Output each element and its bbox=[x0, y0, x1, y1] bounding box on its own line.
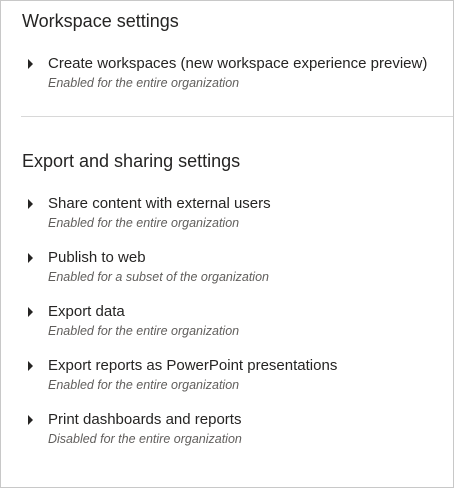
section-title: Workspace settings bbox=[22, 11, 179, 31]
chevron-right-icon[interactable] bbox=[28, 59, 33, 69]
setting-status: Enabled for the entire organization bbox=[48, 378, 240, 392]
setting-print-dashboards[interactable]: Print dashboards and reports Disabled fo… bbox=[22, 411, 453, 447]
chevron-right-icon[interactable] bbox=[28, 253, 33, 263]
section-title: Export and sharing settings bbox=[22, 151, 241, 171]
section-divider bbox=[21, 116, 453, 117]
chevron-right-icon[interactable] bbox=[28, 415, 33, 425]
setting-status: Enabled for the entire organization bbox=[48, 76, 240, 90]
setting-title: Share content with external users bbox=[48, 195, 271, 212]
setting-title: Export reports as PowerPoint presentatio… bbox=[48, 357, 338, 374]
workspace-settings-section: Workspace settings Create workspaces (ne… bbox=[1, 10, 453, 91]
setting-title: Create workspaces (new workspace experie… bbox=[48, 55, 428, 72]
chevron-right-icon[interactable] bbox=[28, 361, 33, 371]
setting-status: Enabled for the entire organization bbox=[48, 216, 240, 230]
setting-status: Disabled for the entire organization bbox=[48, 432, 242, 446]
setting-title: Print dashboards and reports bbox=[48, 411, 242, 428]
setting-title: Export data bbox=[48, 303, 125, 320]
export-sharing-settings-section: Export and sharing settings Share conten… bbox=[1, 150, 453, 447]
tenant-settings-panel: Workspace settings Create workspaces (ne… bbox=[0, 0, 454, 488]
setting-status: Enabled for the entire organization bbox=[48, 324, 240, 338]
setting-status: Enabled for a subset of the organization bbox=[48, 270, 269, 284]
setting-publish-web[interactable]: Publish to web Enabled for a subset of t… bbox=[22, 249, 453, 285]
setting-create-workspaces[interactable]: Create workspaces (new workspace experie… bbox=[22, 55, 453, 91]
chevron-right-icon[interactable] bbox=[28, 307, 33, 317]
setting-share-external[interactable]: Share content with external users Enable… bbox=[22, 195, 453, 231]
chevron-right-icon[interactable] bbox=[28, 199, 33, 209]
setting-title: Publish to web bbox=[48, 249, 146, 266]
setting-export-powerpoint[interactable]: Export reports as PowerPoint presentatio… bbox=[22, 357, 453, 393]
setting-export-data[interactable]: Export data Enabled for the entire organ… bbox=[22, 303, 453, 339]
